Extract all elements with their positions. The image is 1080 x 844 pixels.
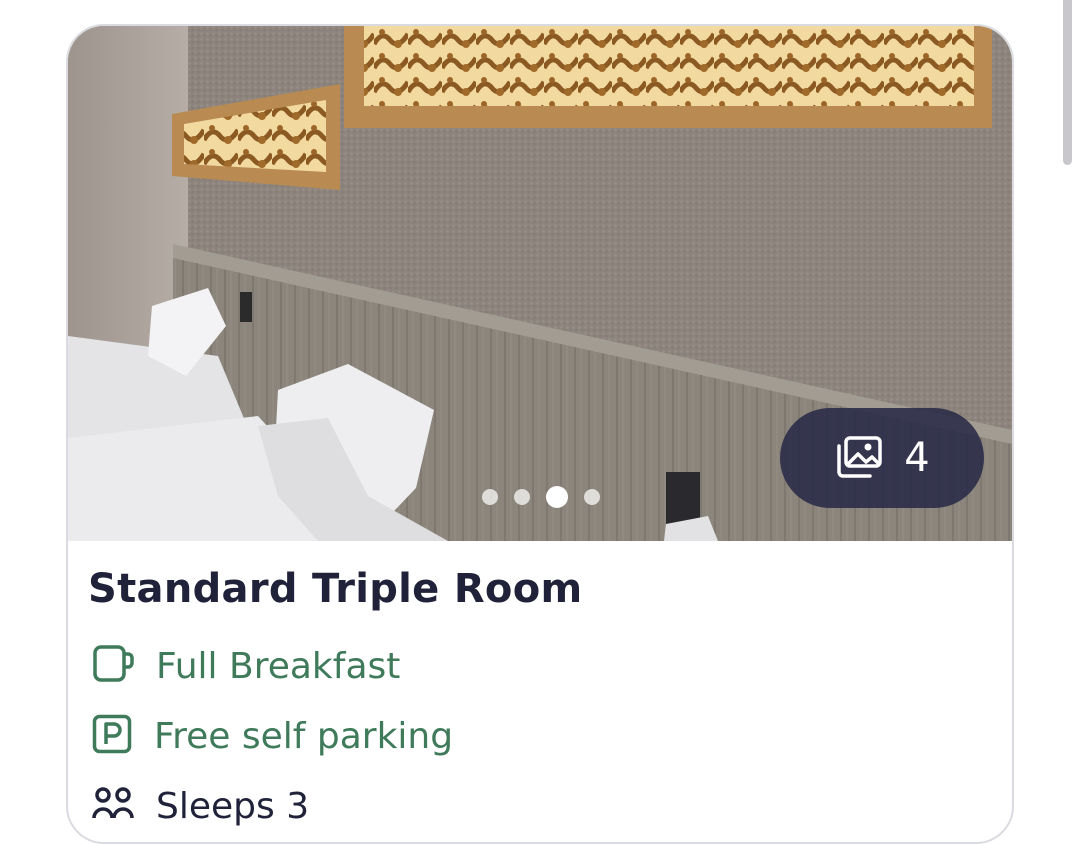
carousel-dot[interactable] [514,489,530,505]
gallery-icon [834,436,883,480]
feature-breakfast: Full Breakfast [92,644,400,688]
photo-count: 4 [904,435,930,481]
feature-label: Sleeps 3 [156,785,310,827]
photo-gallery-button[interactable]: 4 [780,408,984,508]
feature-sleeps: Sleeps 3 [92,784,309,828]
room-title: Standard Triple Room [88,566,583,612]
photo-carousel-dots [482,486,600,508]
page-scrollbar[interactable] [1063,0,1072,165]
carousel-dot-active[interactable] [546,486,568,508]
carousel-dot[interactable] [482,489,498,505]
people-icon [92,784,134,828]
feature-parking: Free self parking [92,714,453,758]
feature-label: Full Breakfast [156,645,401,687]
room-card[interactable]: 4 Standard Triple Room Full Breakfast Fr… [66,24,1014,844]
carousel-dot[interactable] [584,489,600,505]
cup-icon [92,644,134,688]
room-photo[interactable]: 4 [68,26,1012,541]
feature-label: Free self parking [154,715,454,757]
parking-icon [92,714,132,758]
